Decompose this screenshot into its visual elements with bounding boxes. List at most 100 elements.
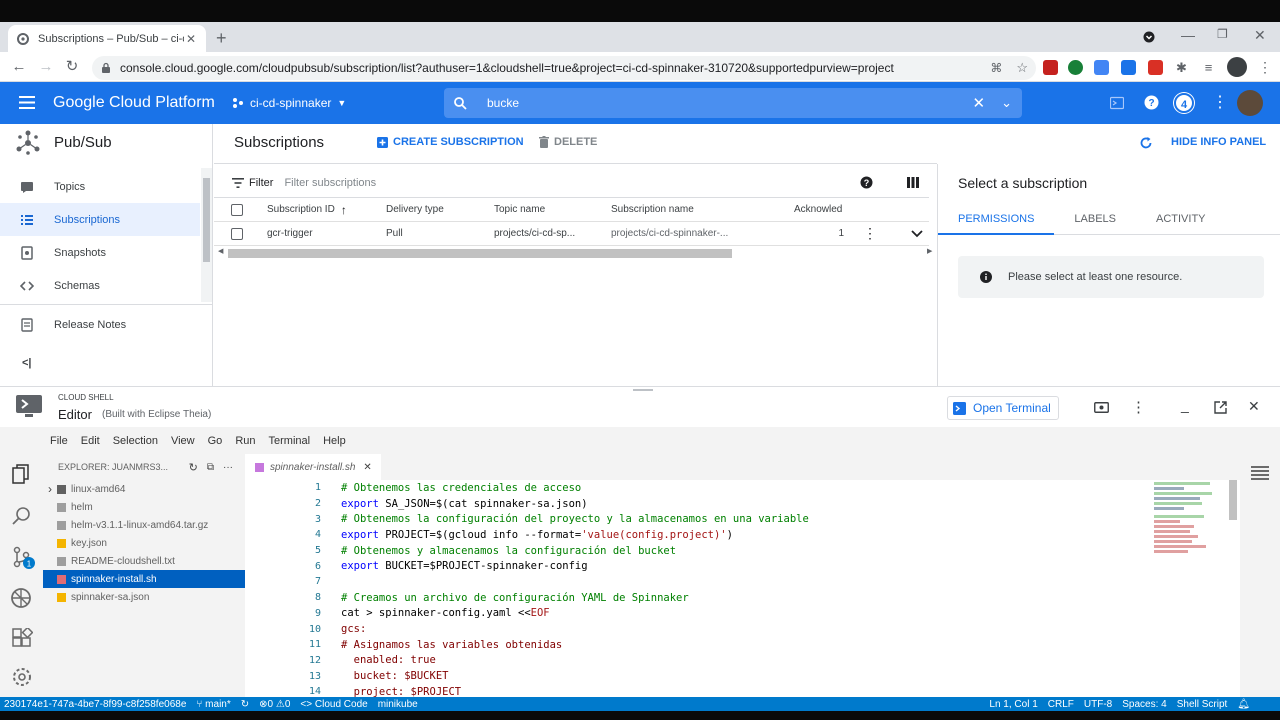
menu-go[interactable]: Go — [208, 435, 223, 447]
file-tree-item[interactable]: spinnaker-install.sh — [43, 570, 245, 588]
more-actions-icon[interactable]: ··· — [223, 462, 233, 473]
more-options-icon[interactable]: ⋮ — [1131, 398, 1146, 416]
menu-view[interactable]: View — [171, 435, 195, 447]
expand-row-icon[interactable] — [911, 229, 923, 238]
extension-icon[interactable] — [1121, 60, 1136, 75]
cell-topic-name[interactable]: projects/ci-cd-sp... — [494, 228, 611, 239]
console-search[interactable]: bucke ✕ ⌄ — [444, 88, 1022, 118]
browser-menu-icon[interactable]: ⋮ — [1256, 58, 1274, 76]
new-tab-icon[interactable]: + — [216, 28, 227, 49]
gcp-brand[interactable]: Google Cloud Platform — [53, 94, 215, 112]
cursor-position[interactable]: Ln 1, Col 1 — [989, 699, 1037, 710]
extension-icon[interactable] — [1148, 60, 1163, 75]
delete-button[interactable]: DELETE — [539, 136, 597, 148]
menu-run[interactable]: Run — [235, 435, 255, 447]
column-header-acknowledged[interactable]: Acknowled — [794, 204, 849, 215]
row-actions-icon[interactable]: ⋮ — [863, 225, 877, 242]
open-new-window-icon[interactable] — [1214, 401, 1227, 414]
cloud-code[interactable]: <> Cloud Code — [300, 699, 367, 710]
back-icon[interactable]: ← — [10, 58, 28, 76]
project-selector[interactable]: ci-cd-spinnaker ▼ — [232, 96, 346, 110]
extensions-puzzle-icon[interactable]: ✱ — [1174, 60, 1189, 75]
outline-icon[interactable] — [1251, 466, 1269, 480]
menu-selection[interactable]: Selection — [113, 435, 158, 447]
browser-tab[interactable]: Subscriptions – Pub/Sub – ci-cd- ✕ — [8, 25, 206, 52]
menu-terminal[interactable]: Terminal — [269, 435, 311, 447]
tab-activity[interactable]: ACTIVITY — [1136, 204, 1226, 235]
git-branch[interactable]: ⑂ main* — [196, 699, 230, 710]
source-control-icon[interactable]: 1 — [12, 546, 36, 570]
editor-scrollbar[interactable] — [1229, 480, 1237, 520]
column-display-icon[interactable] — [907, 177, 919, 188]
forward-icon[interactable]: → — [37, 58, 55, 76]
chevron-down-icon[interactable]: ⌄ — [1001, 95, 1012, 111]
code-body[interactable]: 1 # Obtenemos las credenciales de acceso 2… — [245, 480, 1240, 700]
editor-tab[interactable]: spinnaker-install.sh ✕ — [245, 454, 381, 480]
search-icon[interactable] — [12, 506, 31, 525]
hide-info-panel-button[interactable]: HIDE INFO PANEL — [1171, 136, 1266, 148]
sidebar-item-snapshots[interactable]: Snapshots — [0, 236, 200, 269]
minimize-icon[interactable]: — — [1181, 27, 1195, 43]
minimize-panel-icon[interactable]: _ — [1181, 397, 1189, 413]
sidebar-item-schemas[interactable]: Schemas — [0, 269, 200, 302]
clear-search-icon[interactable]: ✕ — [973, 94, 986, 112]
tab-search-icon[interactable] — [1143, 31, 1155, 43]
sidebar-scrollbar[interactable] — [201, 168, 212, 302]
filter-input[interactable]: Filter subscriptions — [284, 177, 376, 189]
translate-icon[interactable]: ⌘ — [990, 61, 1002, 75]
notifications-bell-icon[interactable]: 🔔︎ — [1237, 699, 1250, 710]
language-mode[interactable]: Shell Script — [1177, 699, 1228, 710]
sync-icon[interactable]: ↻ — [241, 699, 249, 710]
extension-icon[interactable] — [1043, 60, 1058, 75]
create-subscription-button[interactable]: CREATE SUBSCRIPTION — [377, 136, 524, 148]
file-tree-item[interactable]: spinnaker-sa.json — [43, 588, 245, 606]
sidebar-item-subscriptions[interactable]: Subscriptions — [0, 203, 200, 236]
extensions-icon[interactable] — [11, 628, 33, 650]
cloud-shell-icon[interactable] — [1110, 96, 1124, 110]
row-checkbox[interactable] — [231, 227, 243, 240]
file-tree-item[interactable]: key.json — [43, 534, 245, 552]
column-header-subscription-name[interactable]: Subscription name — [611, 204, 794, 215]
help-icon[interactable]: ? — [1144, 95, 1159, 110]
refresh-icon[interactable] — [1139, 136, 1153, 150]
file-tree-item[interactable]: helm — [43, 498, 245, 516]
window-close-icon[interactable]: ✕ — [1254, 27, 1266, 44]
horizontal-scrollbar[interactable]: ◀ ▶ — [214, 247, 932, 259]
close-panel-icon[interactable]: ✕ — [1248, 398, 1260, 415]
tab-close-icon[interactable]: ✕ — [184, 32, 198, 46]
menu-edit[interactable]: Edit — [81, 435, 100, 447]
reload-icon[interactable]: ↻ — [63, 58, 81, 76]
collapse-nav-icon[interactable]: <| — [22, 357, 32, 369]
remote-id[interactable]: 230174e1-747a-4be7-8f99-c8f258fe068e — [4, 699, 186, 710]
release-notes-link[interactable]: Release Notes — [0, 308, 200, 341]
filter-bar[interactable]: Filter Filter subscriptions ? — [214, 168, 929, 198]
column-header-subscription-id[interactable]: Subscription ID ↑ — [267, 203, 386, 217]
problems-count[interactable]: ⊗0 ⚠0 — [259, 699, 290, 710]
file-tree-item[interactable]: › linux-amd64 — [43, 480, 245, 498]
file-tree-item[interactable]: helm-v3.1.1-linux-amd64.tar.gz — [43, 516, 245, 534]
extension-icon[interactable] — [1068, 60, 1083, 75]
collapse-all-icon[interactable]: ⧉ — [207, 462, 214, 473]
minimap[interactable] — [1150, 480, 1228, 560]
web-preview-icon[interactable] — [1094, 402, 1109, 413]
select-all-checkbox[interactable] — [231, 203, 243, 216]
hamburger-menu-icon[interactable] — [19, 96, 35, 109]
settings-gear-icon[interactable] — [11, 666, 33, 688]
cell-subscription-id[interactable]: gcr-trigger — [267, 228, 386, 239]
extension-icon[interactable] — [1094, 60, 1109, 75]
line-ending[interactable]: CRLF — [1048, 699, 1074, 710]
minikube-status[interactable]: minikube — [378, 699, 418, 710]
tab-labels[interactable]: LABELS — [1054, 204, 1136, 235]
refresh-explorer-icon[interactable]: ↻ — [189, 461, 198, 474]
encoding[interactable]: UTF-8 — [1084, 699, 1112, 710]
address-bar[interactable]: console.cloud.google.com/cloudpubsub/sub… — [92, 56, 1036, 80]
file-tree-item[interactable]: README-cloudshell.txt — [43, 552, 245, 570]
tab-permissions[interactable]: PERMISSIONS — [938, 204, 1055, 235]
more-options-icon[interactable]: ⋮ — [1212, 92, 1228, 112]
sidebar-item-topics[interactable]: Topics — [0, 170, 200, 203]
profile-avatar[interactable] — [1227, 57, 1247, 77]
reading-list-icon[interactable]: ≡ — [1201, 60, 1216, 75]
user-avatar[interactable] — [1237, 90, 1263, 116]
notifications-badge[interactable]: 4 — [1174, 93, 1194, 113]
bookmark-star-icon[interactable]: ☆ — [1016, 60, 1028, 76]
